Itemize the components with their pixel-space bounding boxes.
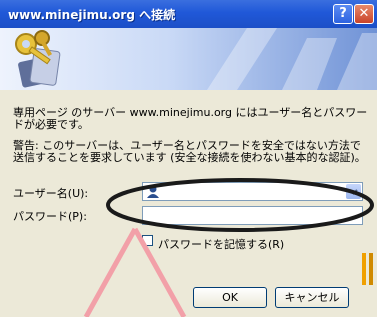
username-dropdown-button[interactable] bbox=[346, 184, 361, 199]
user-icon bbox=[147, 185, 159, 198]
username-combobox[interactable] bbox=[142, 182, 363, 201]
help-button[interactable]: ? bbox=[333, 4, 353, 24]
dialog-banner bbox=[0, 28, 377, 90]
title-bar: www.minejimu.org へ接続 ? ✕ bbox=[0, 0, 377, 28]
window-title: www.minejimu.org へ接続 bbox=[8, 8, 176, 22]
server-message: 専用ページ のサーバー www.minejimu.org にはユーザー名とパスワ… bbox=[13, 106, 368, 131]
cancel-button[interactable]: キャンセル bbox=[275, 287, 349, 308]
username-label: ユーザー名(U): bbox=[13, 187, 89, 200]
keys-icon bbox=[15, 30, 61, 88]
close-button[interactable]: ✕ bbox=[354, 4, 374, 24]
chevron-down-icon bbox=[349, 189, 358, 195]
login-dialog: www.minejimu.org へ接続 ? ✕ 専用ページ のサーバー www… bbox=[0, 0, 377, 317]
banner-decoration bbox=[207, 28, 377, 90]
dialog-body: 専用ページ のサーバー www.minejimu.org にはユーザー名とパスワ… bbox=[0, 90, 377, 317]
remember-password-label[interactable]: パスワードを記憶する(R) bbox=[158, 236, 284, 252]
password-label: パスワード(P): bbox=[13, 210, 87, 223]
remember-password-checkbox[interactable] bbox=[142, 235, 153, 246]
password-field[interactable] bbox=[142, 206, 363, 225]
warning-message: 警告: このサーバーは、ユーザー名とパスワードを安全ではない方法で送信することを… bbox=[13, 139, 366, 164]
ok-button[interactable]: OK bbox=[193, 287, 267, 308]
